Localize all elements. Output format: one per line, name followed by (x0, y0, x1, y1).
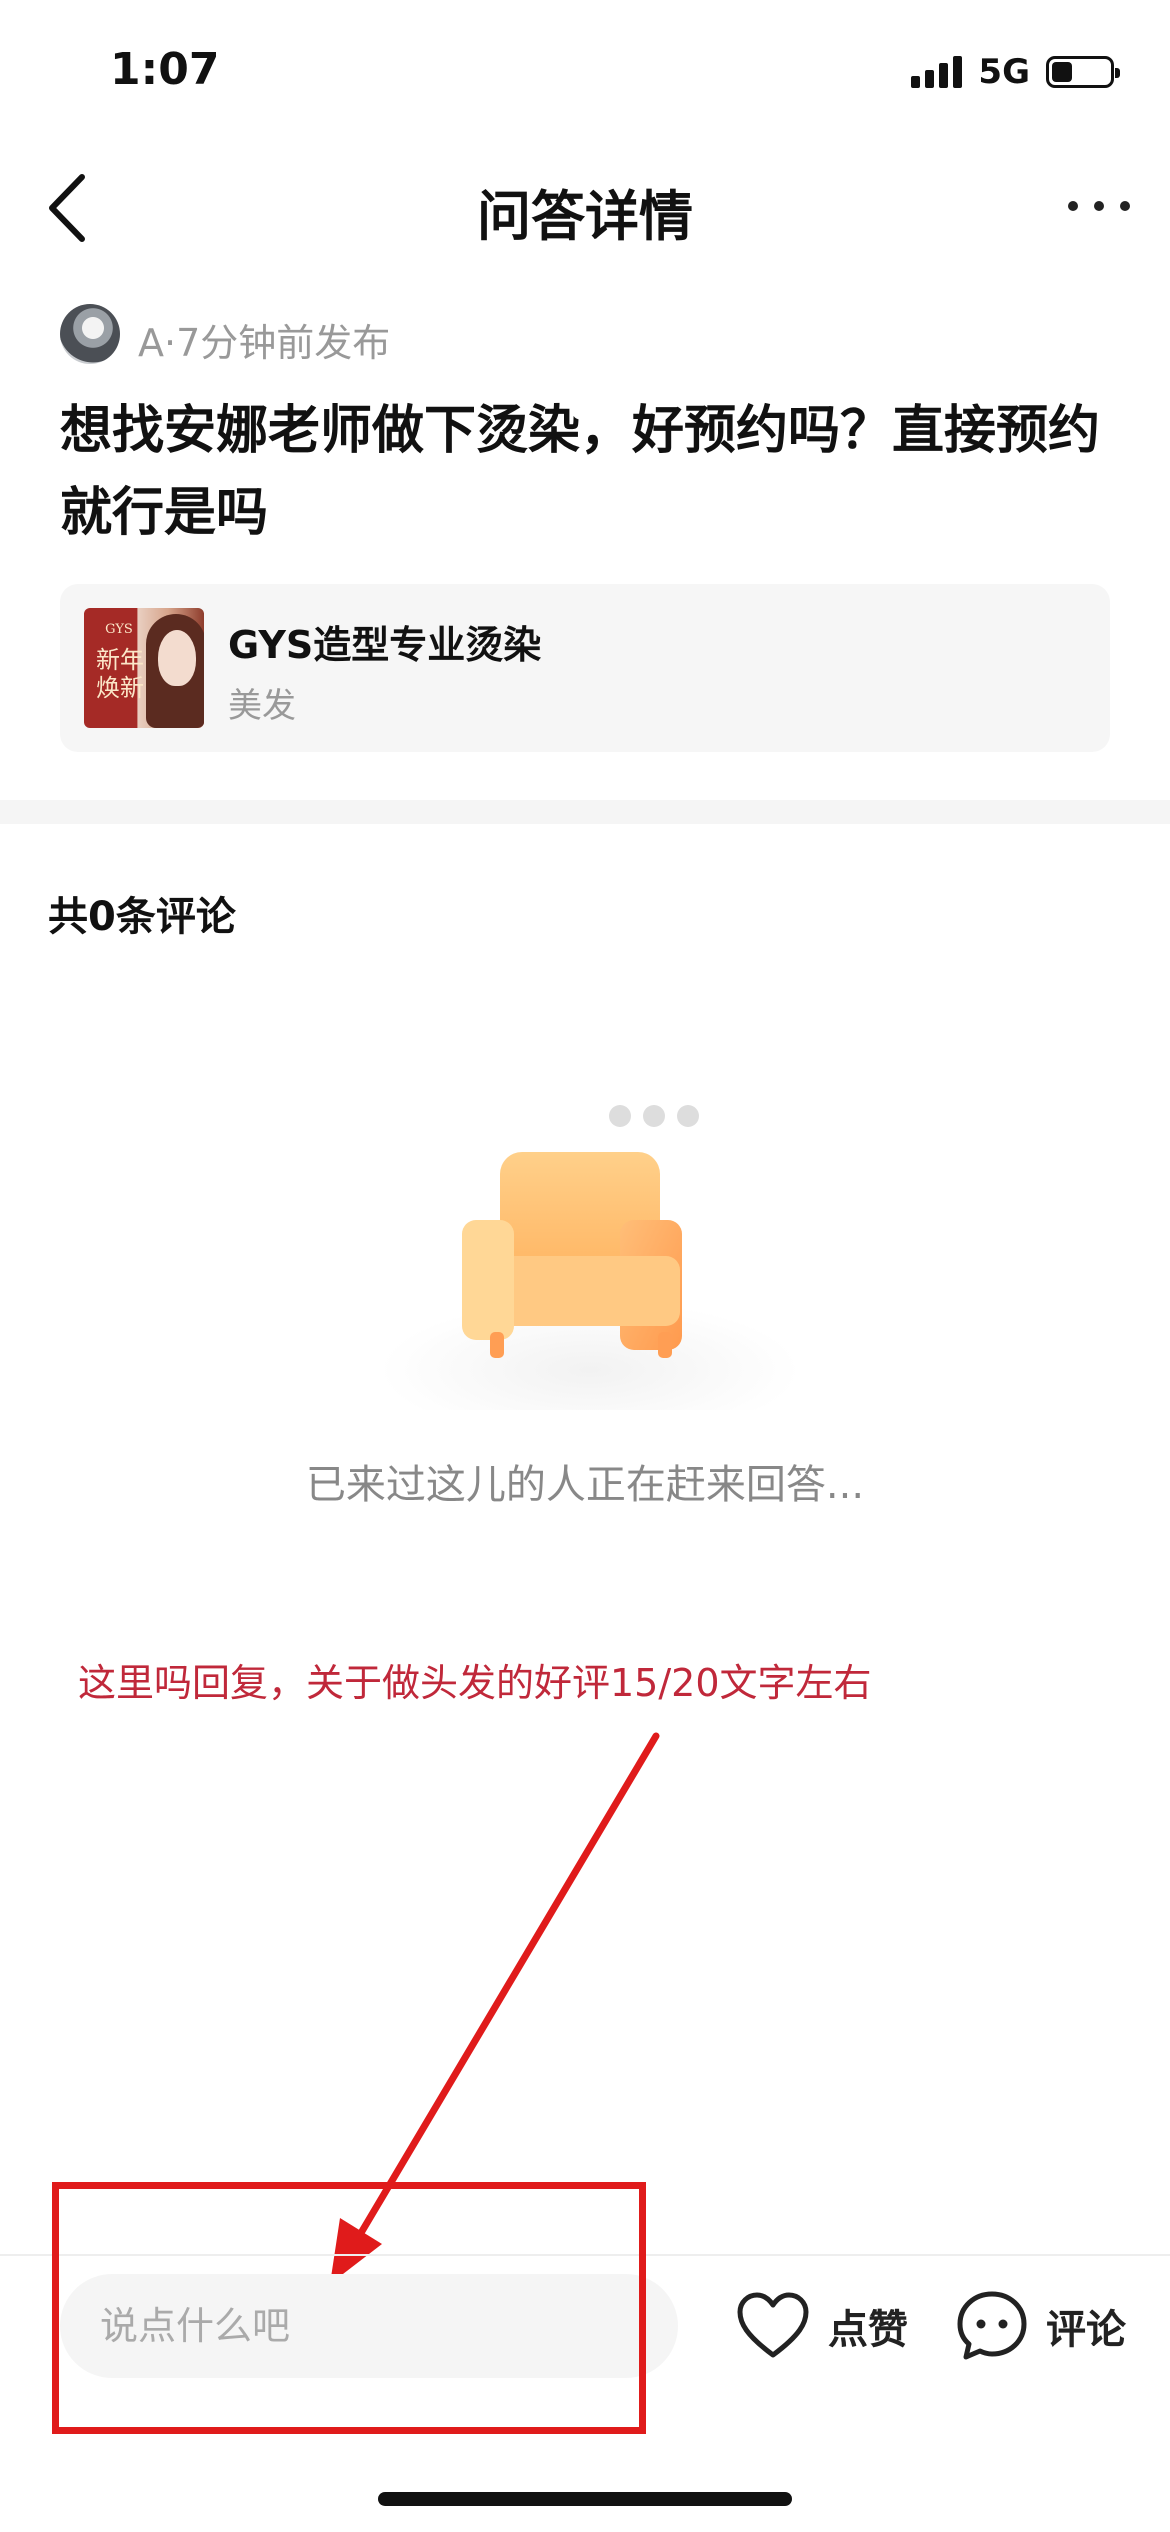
page-title: 问答详情 (477, 185, 693, 248)
more-horizontal-icon (1068, 201, 1078, 211)
annotation-highlight-box (52, 2182, 646, 2434)
battery-icon (1046, 56, 1120, 88)
shop-thumbnail[interactable]: GYS 新年焕新 (84, 608, 204, 728)
comment-label: 评论 (1046, 2307, 1126, 2353)
shop-name: GYS造型专业烫染 (228, 623, 542, 667)
comment-bubble-icon (957, 2291, 1027, 2360)
question-text: 想找安娜老师做下烫染，好预约吗？直接预约就行是吗 (60, 401, 1101, 543)
like-label: 点赞 (828, 2307, 908, 2353)
avatar[interactable] (60, 304, 120, 364)
thumb-face (158, 630, 196, 686)
like-button[interactable]: 点赞 (736, 2286, 908, 2366)
thumb-tag: 新年焕新 (96, 646, 144, 702)
thumb-brand: GYS (105, 622, 133, 637)
empty-sofa-icon (380, 1105, 800, 1410)
more-button[interactable] (1068, 186, 1130, 226)
section-divider (0, 800, 1170, 824)
more-dot (1120, 201, 1130, 211)
status-icons: 5G (911, 52, 1120, 92)
shop-card[interactable]: GYS 新年焕新 GYS造型专业烫染 美发 (60, 584, 1110, 752)
heart-icon (737, 2292, 809, 2358)
annotation-text: 这里吗回复，关于做头发的好评15/20文字左右 (78, 1661, 872, 1705)
comment-button[interactable]: 评论 (956, 2286, 1126, 2366)
shop-category: 美发 (228, 686, 296, 726)
signal-icon (911, 56, 963, 88)
more-dot (1094, 201, 1104, 211)
comment-count: 共0条评论 (48, 894, 236, 940)
home-indicator[interactable] (378, 2492, 792, 2506)
question-meta: A·7分钟前发布 (138, 321, 391, 365)
network-label: 5G (978, 52, 1030, 92)
empty-state-text: 已来过这儿的人正在赶来回答... (305, 1462, 865, 1508)
status-time: 1:07 (110, 44, 220, 95)
